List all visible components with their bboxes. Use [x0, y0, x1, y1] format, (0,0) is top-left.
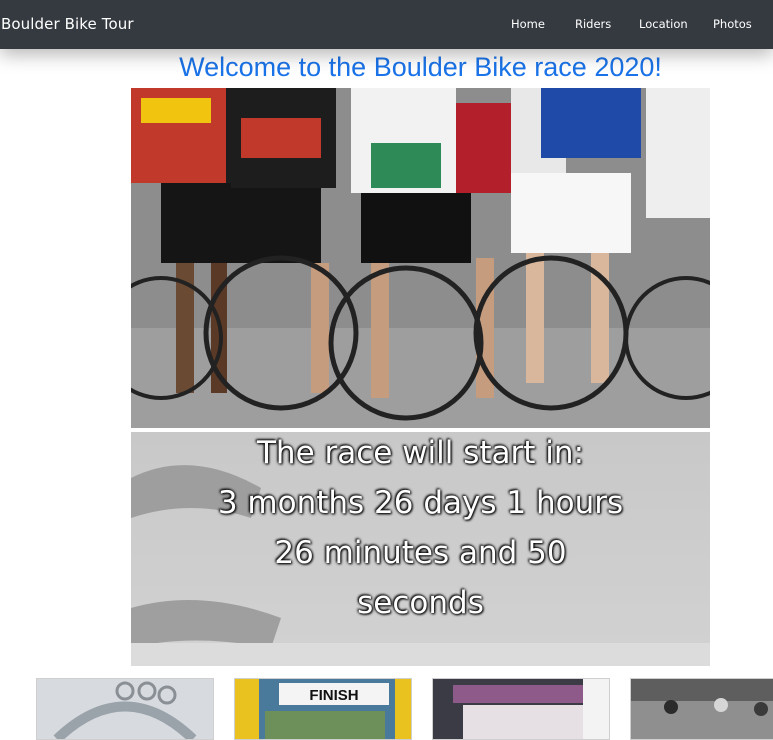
gallery-thumb-3[interactable]: [432, 678, 610, 740]
nav-link-location[interactable]: Location: [639, 17, 688, 31]
top-navbar: Boulder Bike Tour Home Riders Location P…: [0, 0, 773, 49]
bw-crowd-photo-icon: [631, 679, 773, 739]
countdown-line-2: 3 months 26 days 1 hours: [217, 485, 624, 521]
food-stand-photo-icon: [433, 679, 609, 739]
gallery-thumb-2[interactable]: FINISH: [234, 678, 412, 740]
countdown-line-3: 26 minutes and 50: [274, 535, 567, 571]
countdown-text: The race will start in: 3 months 26 days…: [131, 428, 710, 628]
brand-link[interactable]: Boulder Bike Tour: [1, 15, 134, 33]
countdown-line-1: The race will start in:: [256, 435, 585, 471]
page-title: Welcome to the Boulder Bike race 2020!: [179, 52, 662, 82]
nav-link-home[interactable]: Home: [511, 17, 545, 31]
gallery-thumb-4[interactable]: [630, 678, 773, 740]
finish-banner-text: FINISH: [309, 687, 358, 704]
countdown-line-4: seconds: [357, 585, 484, 621]
hero-image: The race will start in: 3 months 26 days…: [131, 88, 710, 666]
gallery-thumb-1[interactable]: [36, 678, 214, 740]
finish-banner-photo-icon: FINISH: [235, 679, 411, 739]
nav-link-riders[interactable]: Riders: [575, 17, 611, 31]
bike-arch-photo-icon: [37, 679, 213, 739]
nav-link-photos[interactable]: Photos: [713, 17, 752, 31]
